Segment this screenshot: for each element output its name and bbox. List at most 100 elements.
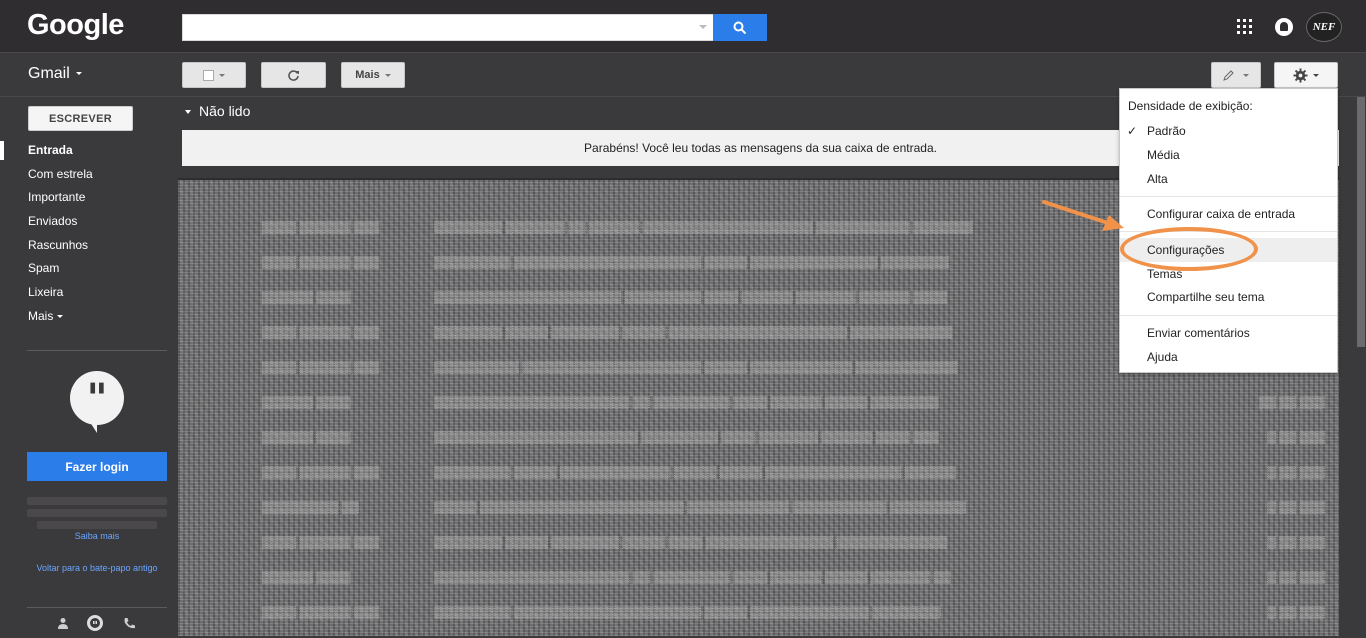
sender-placeholder: ▒▒▒▒ ▒▒▒▒▒▒ ▒▒▒ [262,535,380,549]
hangouts-chat-icon[interactable] [87,615,103,631]
checkmark-icon: ✓ [1127,124,1138,138]
snippet-placeholder: ▒▒▒▒▒▒▒▒▒▒▒▒▒▒▒▒▒▒▒▒▒▒▒ ▒▒ ▒▒▒▒▒▒▒▒▒ ▒▒▒… [434,395,939,409]
notifications-icon[interactable] [1275,18,1293,36]
density-option-alta[interactable]: Alta [1120,167,1337,191]
sender-placeholder: ▒▒▒▒▒▒▒▒▒ ▒▒ [262,500,359,514]
sidebar-item-entrada[interactable]: Entrada [0,139,182,163]
table-row[interactable]: ▒▒▒▒▒▒ ▒▒▒▒ ▒▒▒▒▒▒▒▒▒▒▒▒▒▒▒▒▒▒▒▒▒▒▒ ▒▒ ▒▒… [178,385,1339,420]
snippet-placeholder: ▒▒▒▒▒▒▒▒ ▒▒▒▒▒ ▒▒▒▒▒▒▒▒ ▒▒▒▒▒ ▒▒▒▒ ▒▒▒▒▒… [434,535,948,549]
date-placeholder: ▒ ▒▒ ▒▒▒ [1267,570,1325,584]
date-placeholder: ▒▒ ▒▒ ▒▒▒ [1258,395,1325,409]
chevron-down-icon [1243,73,1249,77]
section-title: Não lido [199,103,251,119]
chevron-down-icon [57,315,64,319]
avatar[interactable]: NEF [1306,12,1342,42]
gmail-label: Gmail [28,65,70,82]
menu-divider [1120,196,1337,197]
snippet-placeholder: ▒▒▒▒▒▒▒▒▒▒▒▒▒▒▒▒▒▒▒▒▒▒▒▒ ▒▒▒▒▒▒▒▒▒ ▒▒▒▒ … [434,430,939,444]
pencil-icon [1223,69,1234,81]
sidebar: ESCREVER Entrada Com estrela Importante … [0,97,182,638]
search-input[interactable] [182,14,714,41]
sender-placeholder: ▒▒▒▒▒▒ ▒▒▒▒ [262,395,351,409]
table-row[interactable]: ▒▒▒▒▒▒▒▒▒ ▒▒ ▒▒▒▒▒ ▒▒▒▒▒▒▒▒▒▒▒▒▒▒▒▒▒▒▒▒▒▒… [178,490,1339,525]
sidebar-item-rascunhos[interactable]: Rascunhos [0,234,182,258]
chevron-down-icon [75,72,82,76]
sender-placeholder: ▒▒▒▒ ▒▒▒▒▒▒ ▒▒▒ [262,325,380,339]
annotation-arrow-icon [1042,200,1124,231]
snippet-placeholder: ▒▒▒▒▒▒▒▒ ▒▒▒▒▒▒▒ ▒▒ ▒▒▒▒▒▒ ▒▒▒▒▒▒▒▒▒▒▒▒▒… [434,220,973,234]
input-tools-button[interactable] [1211,62,1261,88]
table-row[interactable]: ▒▒▒▒▒▒ ▒▒▒▒ ▒▒▒▒▒▒▒▒▒▒▒▒▒▒▒▒▒▒▒▒▒▒▒▒ ▒▒▒▒… [178,420,1339,455]
menu-item-configure-inbox[interactable]: Configurar caixa de entrada [1120,202,1337,226]
snippet-placeholder: ▒▒▒▒▒ ▒▒▒▒▒▒▒▒▒▒▒▒▒▒▒▒▒▒▒▒▒▒▒▒ ▒▒▒▒▒▒▒▒▒… [434,500,966,514]
sender-placeholder: ▒▒▒▒ ▒▒▒▒▒▒ ▒▒▒ [262,465,380,479]
sender-placeholder: ▒▒▒▒ ▒▒▒▒▒▒ ▒▒▒ [262,605,380,619]
select-checkbox-button[interactable] [182,62,246,88]
table-row[interactable]: ▒▒▒▒ ▒▒▒▒▒▒ ▒▒▒ ▒▒▒▒▒▒▒▒ ▒▒▒▒▒ ▒▒▒▒▒▒▒▒ ▒… [178,525,1339,560]
refresh-button[interactable] [261,62,326,88]
checkbox-icon [203,69,214,81]
sidebar-item-com-estrela[interactable]: Com estrela [0,163,182,187]
date-placeholder: ▒ ▒▒ ▒▒▒ [1267,465,1325,479]
date-placeholder: ▒ ▒▒ ▒▒▒ [1267,605,1325,619]
table-row[interactable]: ▒▒▒▒ ▒▒▒▒▒▒ ▒▒▒ ▒▒▒▒▒▒▒▒▒ ▒▒▒▒▒ ▒▒▒▒▒▒▒▒▒… [178,455,1339,490]
compose-button[interactable]: ESCREVER [28,106,133,131]
menu-item-send-feedback[interactable]: Enviar comentários [1120,321,1337,345]
apps-grid-icon[interactable] [1237,19,1252,34]
search-icon [733,21,747,34]
snippet-placeholder: ▒▒▒▒▒▒▒▒▒▒▒▒▒▒▒▒▒▒▒▒▒▒ ▒▒▒▒▒▒▒▒▒ ▒▒▒▒ ▒▒… [434,290,948,304]
hangouts-bubble-tail [88,419,97,433]
sender-placeholder: ▒▒▒▒ ▒▒▒▒▒▒ ▒▒▒ [262,220,380,234]
chevron-down-icon [219,73,225,77]
top-bar: Google NEF [0,0,1366,53]
more-actions-button[interactable]: Mais [341,62,405,88]
old-chat-link[interactable]: Voltar para o bate-papo antigo [27,562,167,574]
snippet-placeholder: ▒▒▒▒▒▒▒▒ ▒▒▒▒▒ ▒▒▒▒▒▒▒▒ ▒▒▒▒▒ ▒▒▒▒▒▒▒▒▒▒… [434,325,953,339]
search-options-caret-icon[interactable] [699,25,707,29]
snippet-placeholder: ▒▒▒▒▒▒▒▒▒ ▒▒▒▒▒ ▒▒▒▒▒▒▒▒▒▒▒▒▒ ▒▒▒▒▒ ▒▒▒▒… [434,465,956,479]
hangouts-info-line [27,509,167,517]
hangouts-quote-icon: " [70,371,124,425]
gear-icon [1293,67,1308,83]
sidebar-item-label: Mais [28,308,54,323]
density-option-padrao[interactable]: ✓ Padrão [1120,119,1337,143]
density-header: Densidade de exibição: [1128,99,1253,113]
contacts-person-icon[interactable] [55,615,71,631]
phone-icon[interactable] [121,615,137,631]
menu-item-label: Padrão [1147,124,1186,138]
menu-item-share-theme[interactable]: Compartilhe seu tema [1120,285,1337,309]
sidebar-item-mais[interactable]: Mais [0,305,182,329]
snippet-placeholder: ▒▒▒▒▒▒▒▒▒▒▒▒▒▒▒▒▒▒▒▒▒▒▒ ▒▒ ▒▒▒▒▒▒▒▒▒ ▒▒▒… [434,570,951,584]
gmail-switcher[interactable]: Gmail [28,65,82,83]
more-actions-label: Mais [355,69,380,81]
snippet-placeholder: ▒▒▒▒▒▒▒▒▒▒ ▒▒▒▒▒▒▒▒▒▒▒▒▒▒▒▒▒▒▒▒▒ ▒▒▒▒▒ ▒… [434,360,958,374]
sidebar-item-spam[interactable]: Spam [0,257,182,281]
scrollbar-thumb[interactable] [1357,97,1365,347]
sidebar-item-lixeira[interactable]: Lixeira [0,281,182,305]
unread-section-header[interactable]: Não lido [185,103,250,119]
settings-button[interactable] [1274,62,1338,88]
density-option-media[interactable]: Média [1120,143,1337,167]
sender-placeholder: ▒▒▒▒ ▒▒▒▒▒▒ ▒▒▒ [262,360,380,374]
search-button[interactable] [713,14,767,41]
sidebar-item-enviados[interactable]: Enviados [0,210,182,234]
sender-placeholder: ▒▒▒▒ ▒▒▒▒▒▒ ▒▒▒ [262,255,380,269]
snippet-placeholder: ▒▒▒▒▒▒▒▒▒ ▒▒▒▒▒▒▒▒▒▒▒▒▒▒▒▒▒▒▒▒▒▒ ▒▒▒▒▒ ▒… [434,605,941,619]
hangouts-login-button[interactable]: Fazer login [27,452,167,481]
menu-divider [1120,315,1337,316]
date-placeholder: ▒ ▒▒ ▒▒▒ [1267,500,1325,514]
sidebar-nav: Entrada Com estrela Importante Enviados … [0,139,182,329]
table-row[interactable]: ▒▒▒▒▒▒ ▒▒▒▒ ▒▒▒▒▒▒▒▒▒▒▒▒▒▒▒▒▒▒▒▒▒▒▒ ▒▒ ▒▒… [178,560,1339,595]
learn-more-link[interactable]: Saiba mais [27,530,167,542]
sender-placeholder: ▒▒▒▒▒▒ ▒▒▒▒ [262,290,351,304]
chevron-down-icon [384,73,391,77]
date-placeholder: ▒ ▒▒ ▒▒▒ [1267,430,1325,444]
menu-item-help[interactable]: Ajuda [1120,345,1337,369]
sender-placeholder: ▒▒▒▒▒▒ ▒▒▒▒ [262,430,351,444]
annotation-circle [1120,227,1258,271]
table-row[interactable]: ▒▒▒▒ ▒▒▒▒▒▒ ▒▒▒ ▒▒▒▒▒▒▒▒▒ ▒▒▒▒▒▒▒▒▒▒▒▒▒▒▒… [178,595,1339,630]
sidebar-item-importante[interactable]: Importante [0,186,182,210]
hangouts-bottom-tabs [0,608,182,638]
date-placeholder: ▒ ▒▒ ▒▒▒ [1267,535,1325,549]
google-logo[interactable]: Google [27,9,124,42]
